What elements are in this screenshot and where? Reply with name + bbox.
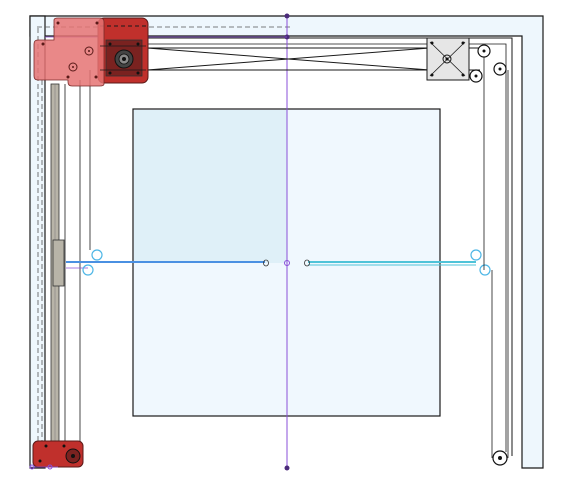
cad-drawing: [29, 13, 544, 471]
bottom-pulley-dot: [71, 454, 75, 458]
bracket-screw: [66, 75, 70, 79]
screw: [136, 42, 140, 46]
bracket-screw: [95, 21, 99, 25]
bracket-hole-dot: [72, 66, 74, 68]
idler-left-upper: [91, 249, 103, 261]
screw: [430, 41, 434, 45]
screw: [461, 73, 465, 77]
pulley-dot: [482, 49, 486, 53]
idler-bracket: [426, 37, 507, 83]
screw: [108, 71, 112, 75]
bottom-right-pulley: [492, 450, 508, 466]
pulley-dot: [498, 67, 502, 71]
screw: [461, 41, 465, 45]
screw: [62, 444, 66, 448]
axis-node-top: [284, 13, 290, 19]
x-motor-mount: [97, 17, 149, 84]
axis-node-bottom: [284, 465, 290, 471]
bracket-screw: [41, 42, 45, 46]
idler-right-lower: [479, 264, 491, 276]
bottom-left-bracket: [29, 440, 84, 470]
screw: [136, 71, 140, 75]
idler-right-upper: [470, 249, 482, 261]
idler-center-dot: [445, 57, 449, 61]
bed-highlight: [134, 110, 287, 263]
screw: [108, 42, 112, 46]
carriage-block: [52, 239, 65, 287]
idler-left-lower: [82, 264, 94, 276]
pulley-dot: [474, 74, 478, 78]
motor-pulley-core: [122, 57, 126, 61]
screw: [44, 444, 48, 448]
bracket-hole-dot: [88, 50, 90, 52]
bracket-screw: [56, 21, 60, 25]
screw: [430, 73, 434, 77]
screw: [38, 459, 42, 463]
cad-canvas: [0, 0, 563, 500]
outer-frame-left: [29, 15, 46, 469]
bracket-screw: [94, 75, 98, 79]
pulley-dot: [498, 456, 502, 460]
